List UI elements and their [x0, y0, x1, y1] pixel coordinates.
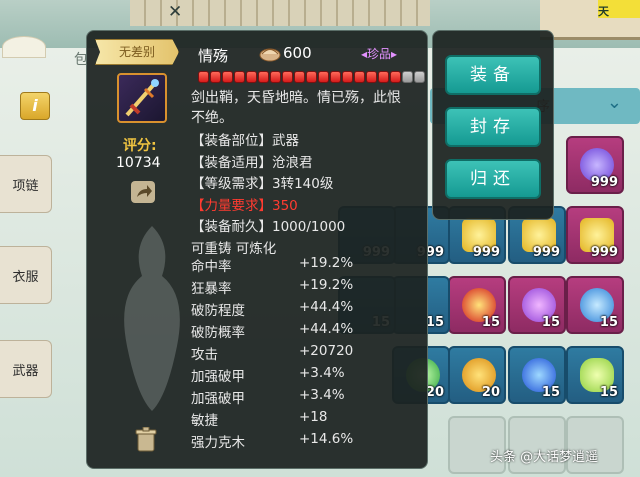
item-description: 剑出鞘，天昏地暗。情已殇，此恨不绝。 — [191, 90, 401, 126]
stat-row: 破防程度 +44.4% — [191, 299, 354, 319]
stat-row: 狂暴率 +19.2% — [191, 277, 354, 297]
stat-row: 敏捷 +18 — [191, 409, 328, 429]
durability-segment — [198, 71, 209, 83]
info-button[interactable]: i — [20, 92, 50, 120]
item-portrait — [117, 73, 167, 123]
property-row-warning: 【力量要求】350 — [191, 197, 298, 214]
score-value: 10734 — [116, 155, 161, 171]
durability-segment — [378, 71, 389, 83]
durability-segment — [342, 71, 353, 83]
name-badge: 无差别 — [95, 39, 179, 65]
durability-segment — [246, 71, 257, 83]
item-stats: 命中率 +19.2% 狂暴率 +19.2% 破防程度 +44.4% 破防概率 +44.4… — [191, 255, 423, 453]
stat-row: 攻击 +20720 — [191, 343, 354, 363]
close-icon[interactable]: ✕ — [168, 2, 182, 22]
stat-row: 加强破甲 +3.4% — [191, 387, 345, 407]
return-button[interactable]: 归还 — [445, 159, 541, 199]
durability-segment — [402, 71, 413, 83]
durability-segment — [282, 71, 293, 83]
sword-icon — [125, 79, 159, 117]
inventory-slot[interactable]: 15 — [566, 276, 624, 334]
stat-row: 破防概率 +44.4% — [191, 321, 354, 341]
durability-segment — [210, 71, 221, 83]
durability-segment — [294, 71, 305, 83]
item-tooltip: 无差别 情殇 600 ◂珍品▸ 评分: 10734 剑出鞘，天昏地暗。情已殇，此… — [86, 30, 428, 469]
tab-clothes[interactable]: 衣服 — [0, 246, 52, 304]
durability-segment — [366, 71, 377, 83]
chevron-down-icon[interactable]: ⌄ — [607, 92, 622, 113]
inventory-slot[interactable]: 15 — [508, 276, 566, 334]
durability-segment — [390, 71, 401, 83]
inventory-slot-empty[interactable] — [448, 416, 506, 474]
durability-segment — [270, 71, 281, 83]
currency-icon — [259, 48, 281, 62]
inventory-slot[interactable]: 999 — [566, 136, 624, 194]
durability-segment — [318, 71, 329, 83]
inventory-slot[interactable]: 20 — [448, 346, 506, 404]
durability-segment — [222, 71, 233, 83]
stat-row: 加强破甲 +3.4% — [191, 365, 345, 385]
item-name: 情殇 — [198, 47, 229, 65]
tab-necklace[interactable]: 项链 — [0, 155, 52, 213]
inventory-slot[interactable]: 15 — [508, 346, 566, 404]
inventory-slot-empty[interactable] — [508, 416, 566, 474]
inventory-slot-empty[interactable] — [566, 416, 624, 474]
trash-icon[interactable] — [135, 427, 157, 453]
inventory-slot[interactable]: 999 — [566, 206, 624, 264]
score-label: 评分: — [123, 138, 157, 154]
property-row: 【装备部位】武器 — [191, 133, 299, 149]
durability-segment — [414, 71, 425, 83]
top-banner: 天 — [598, 0, 640, 18]
lotus-decoration — [2, 36, 46, 58]
stat-row: 命中率 +19.2% — [191, 255, 354, 275]
inventory-slot[interactable]: 15 — [566, 346, 624, 404]
tab-weapon[interactable]: 武器 — [0, 340, 52, 398]
property-row: 【等级需求】3转140级 — [191, 176, 334, 192]
durability-segment — [330, 71, 341, 83]
share-icon[interactable] — [131, 181, 155, 203]
inventory-slot[interactable]: 15 — [448, 276, 506, 334]
durability-segment — [258, 71, 269, 83]
item-price: 600 — [283, 44, 312, 62]
item-properties: 【装备部位】武器 【装备适用】沧浪君 【等级需求】3转140级 【力量要求】35… — [191, 129, 423, 258]
seal-button[interactable]: 封存 — [445, 107, 541, 147]
item-action-menu: 装备 封存 归还 — [432, 30, 554, 220]
durability-segment — [306, 71, 317, 83]
quality-tag: ◂珍品▸ — [361, 47, 398, 61]
watermark: 头条 @大话梦逍遥 — [490, 450, 599, 465]
property-row: 【装备适用】沧浪君 — [191, 154, 313, 171]
property-row: 【装备耐久】1000/1000 — [191, 219, 346, 235]
equip-button[interactable]: 装备 — [445, 55, 541, 95]
durability-bar — [198, 71, 425, 83]
durability-segment — [354, 71, 365, 83]
durability-segment — [234, 71, 245, 83]
stat-row: 强力克木 +14.6% — [191, 431, 354, 451]
